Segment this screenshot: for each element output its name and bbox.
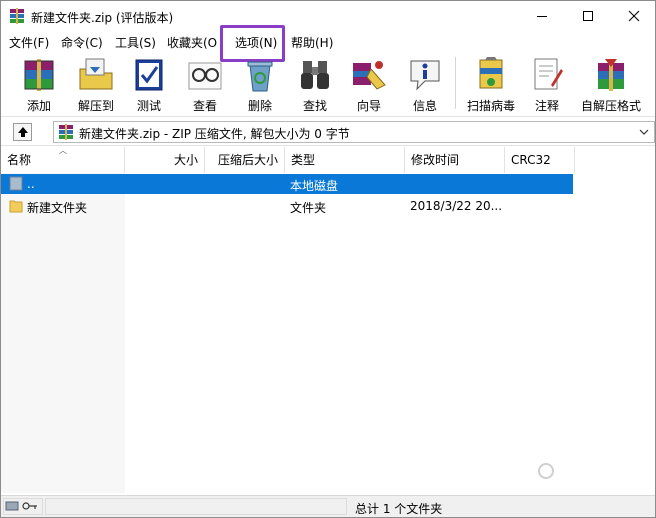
find-button[interactable]: 查找 [293, 53, 337, 115]
test-button[interactable]: 测试 [129, 53, 169, 115]
address-field[interactable]: 新建文件夹.zip - ZIP 压缩文件, 解包大小为 0 字节 [53, 121, 655, 143]
delete-recycle-icon [247, 61, 273, 92]
status-summary: 总计 1 个文件夹 [355, 502, 443, 516]
info-label: 信息 [412, 99, 437, 113]
virus-scan-button[interactable]: 扫描病毒 [463, 53, 519, 115]
watermark-logo-icon [538, 463, 554, 479]
toolbar-separator [455, 57, 456, 109]
extract-to-label: 解压到 [77, 99, 114, 113]
up-folder-button[interactable] [13, 123, 32, 141]
folder-icon [9, 200, 23, 213]
chevron-down-icon [639, 129, 649, 135]
file-list: 名称 ︿ 大小 压缩后大小 类型 修改时间 CRC32 .. 本地磁盘 新建文件… [1, 146, 655, 493]
find-binoculars-icon [301, 61, 329, 89]
comment-label: 注释 [534, 99, 559, 113]
winrar-app-icon [10, 8, 24, 24]
column-crc32[interactable]: CRC32 [505, 147, 575, 173]
menu-favorites[interactable]: 收藏夹(O [167, 34, 217, 51]
delete-label: 删除 [247, 99, 272, 113]
drive-icon [9, 176, 23, 191]
drive-key-icon [5, 501, 37, 511]
menu-commands[interactable]: 命令(C) [61, 34, 103, 51]
menu-bar: 文件(F) 命令(C) 工具(S) 收藏夹(O 选项(N) 帮助(H) [1, 31, 655, 51]
winrar-window: 新建文件夹.zip (评估版本) 文件(F) 命令(C) 工具(S) 收藏夹(O… [0, 0, 656, 518]
address-path: 新建文件夹.zip - ZIP 压缩文件, 解包大小为 0 字节 [79, 127, 350, 141]
minimize-icon [537, 16, 547, 17]
row-name: .. [27, 177, 35, 191]
virus-scan-icon [479, 57, 503, 89]
test-archive-icon [135, 59, 163, 91]
column-packed-size[interactable]: 压缩后大小 [205, 147, 285, 173]
view-button[interactable]: 查看 [183, 53, 227, 115]
address-dropdown[interactable] [638, 125, 650, 139]
window-title: 新建文件夹.zip (评估版本) [31, 11, 174, 25]
name-column-background [1, 173, 125, 493]
column-type[interactable]: 类型 [285, 147, 405, 173]
status-segment-left [45, 498, 347, 515]
column-name[interactable]: 名称 ︿ [1, 146, 125, 173]
find-label: 查找 [302, 99, 327, 113]
zip-archive-icon [59, 124, 73, 140]
test-label: 测试 [136, 99, 161, 113]
row-name: 新建文件夹 [27, 201, 88, 215]
toolbar: 添加 解压到 测试 查看 删除 查找 向导 信息 扫描病毒 注释 自解压格式 [1, 51, 655, 117]
minimize-button[interactable] [519, 1, 565, 31]
delete-button[interactable]: 删除 [239, 53, 281, 115]
menu-help[interactable]: 帮助(H) [291, 34, 333, 51]
up-arrow-icon [17, 127, 28, 137]
column-modified[interactable]: 修改时间 [405, 147, 505, 173]
info-button[interactable]: 信息 [403, 53, 447, 115]
column-name-label: 名称 [7, 153, 32, 167]
menu-file[interactable]: 文件(F) [9, 34, 49, 51]
status-segment-icons [3, 498, 43, 515]
extract-folder-icon [79, 58, 113, 90]
row-type: 文件夹 [290, 201, 327, 215]
maximize-icon [583, 11, 593, 21]
comment-button[interactable]: 注释 [527, 53, 567, 115]
add-button[interactable]: 添加 [15, 53, 63, 115]
title-bar: 新建文件夹.zip (评估版本) [1, 1, 655, 31]
menu-tools[interactable]: 工具(S) [115, 34, 156, 51]
view-glasses-icon [188, 62, 222, 90]
view-label: 查看 [192, 99, 217, 113]
wizard-label: 向导 [356, 99, 381, 113]
address-bar: 新建文件夹.zip - ZIP 压缩文件, 解包大小为 0 字节 [1, 118, 655, 146]
sort-ascending-icon: ︿ [59, 146, 67, 155]
close-icon [628, 10, 640, 22]
table-row[interactable]: .. 本地磁盘 [1, 174, 573, 194]
table-row[interactable]: 新建文件夹 文件夹 2018/3/22 20... [1, 196, 573, 216]
add-archive-icon [24, 59, 54, 91]
wizard-icon [353, 61, 386, 90]
row-modified: 2018/3/22 20... [410, 199, 503, 213]
close-button[interactable] [611, 1, 656, 31]
status-bar: 总计 1 个文件夹 [1, 495, 655, 517]
info-icon [410, 60, 440, 91]
virus-scan-label: 扫描病毒 [466, 99, 515, 113]
extract-to-button[interactable]: 解压到 [71, 53, 121, 115]
list-header: 名称 ︿ 大小 压缩后大小 类型 修改时间 CRC32 [1, 146, 655, 173]
sfx-button[interactable]: 自解压格式 [579, 53, 643, 115]
menu-options[interactable]: 选项(N) [235, 34, 277, 51]
sfx-archive-icon [598, 59, 624, 91]
sfx-label: 自解压格式 [580, 99, 641, 113]
row-type: 本地磁盘 [290, 179, 339, 193]
add-label: 添加 [26, 99, 51, 113]
wizard-button[interactable]: 向导 [347, 53, 391, 115]
comment-icon [534, 58, 563, 90]
maximize-button[interactable] [565, 1, 611, 31]
column-size[interactable]: 大小 [125, 147, 205, 173]
